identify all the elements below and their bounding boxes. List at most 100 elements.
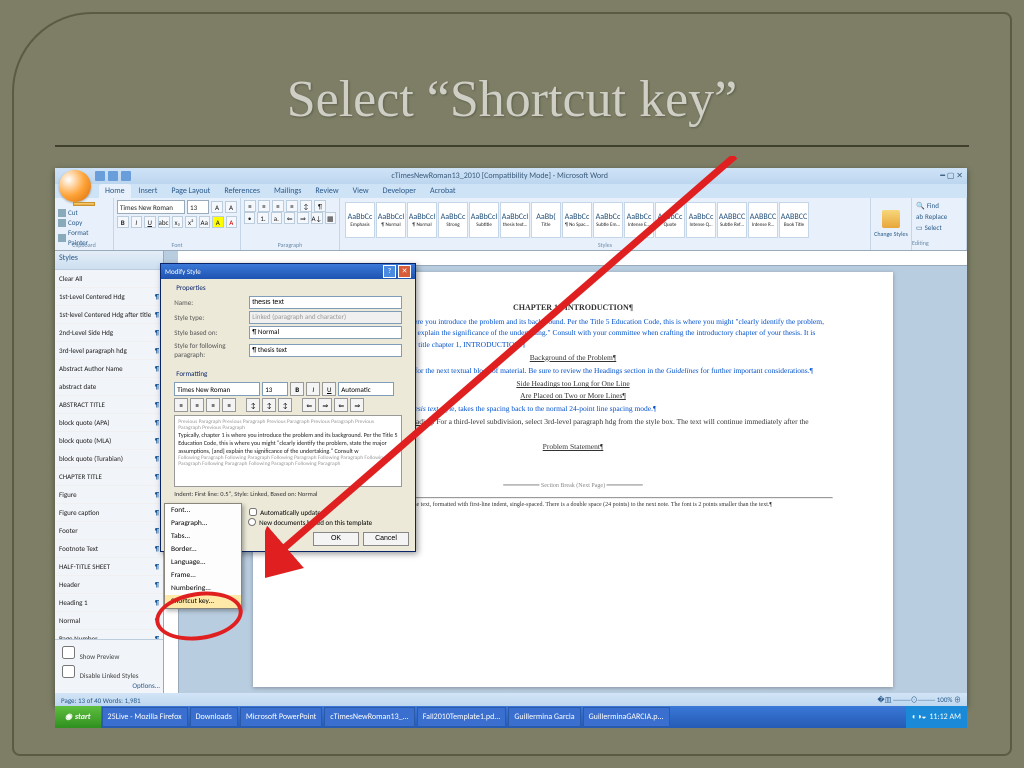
select-button[interactable]: ▭ Select — [916, 222, 962, 233]
styles-pane-title: Styles — [55, 251, 163, 270]
style-item[interactable]: 3rd-level paragraph hdg¶ — [55, 342, 163, 360]
min-icon[interactable]: ━ — [940, 171, 945, 181]
following-para-select[interactable]: ¶ thesis text — [249, 344, 402, 357]
copy-button[interactable]: Copy — [58, 218, 110, 228]
system-tray[interactable]: ◐◑◒ 11:12 AM — [906, 706, 967, 728]
status-bar: Page: 13 of 40 Words: 1,981 �皿 ─────⊙───… — [55, 693, 967, 707]
style-thumb[interactable]: AABBCCSubtle Ref… — [717, 202, 747, 238]
menu-language[interactable]: Language... — [165, 556, 241, 569]
style-thumb[interactable]: AaBbCcl¶ Normal — [376, 202, 406, 238]
disable-linked-check[interactable]: Disable Linked Styles — [58, 662, 160, 681]
style-thumb[interactable]: AABBCCIntense R… — [748, 202, 778, 238]
close-icon[interactable]: ✕ — [956, 171, 963, 181]
tab-review[interactable]: Review — [309, 184, 344, 198]
style-item[interactable]: block quote (MLA)¶ — [55, 432, 163, 450]
taskbar-item[interactable]: GuillerminaGARCIA.p... — [583, 707, 670, 727]
ribbon-tabs[interactable]: HomeInsertPage LayoutReferencesMailingsR… — [55, 184, 967, 198]
style-item[interactable]: ABSTRACT TITLE¶ — [55, 396, 163, 414]
divider — [55, 145, 969, 147]
taskbar-item[interactable]: 25Live - Mozilla Firefox — [102, 707, 188, 727]
tab-insert[interactable]: Insert — [133, 184, 164, 198]
style-item[interactable]: block quote (APA)¶ — [55, 414, 163, 432]
font-size-select[interactable]: 13 — [187, 200, 209, 214]
taskbar-item[interactable]: Fall2010Template1.pd... — [417, 707, 507, 727]
style-item[interactable]: Page Number¶ — [55, 630, 163, 639]
clear-all[interactable]: Clear All — [55, 270, 163, 288]
styles-options-link[interactable]: Options... — [58, 681, 160, 690]
style-thumb[interactable]: AaBbCcSubtle Em… — [593, 202, 623, 238]
taskbar-item[interactable]: cTimesNewRoman13_... — [324, 707, 414, 727]
tab-page-layout[interactable]: Page Layout — [165, 184, 216, 198]
format-dropdown-menu[interactable]: Font...Paragraph...Tabs...Border...Langu… — [164, 503, 242, 609]
start-button[interactable]: ◉ start — [55, 706, 101, 728]
style-item[interactable]: HALF-TITLE SHEET¶ — [55, 558, 163, 576]
style-item[interactable]: Figure¶ — [55, 486, 163, 504]
show-preview-check[interactable]: Show Preview — [58, 643, 160, 662]
style-name-input[interactable] — [249, 296, 402, 309]
style-thumb[interactable]: AaBbCcl¶ Normal — [407, 202, 437, 238]
style-item[interactable]: CHAPTER TITLE¶ — [55, 468, 163, 486]
close-icon[interactable]: ✕ — [398, 265, 411, 278]
style-item[interactable]: 2nd-Level Side Hdg¶ — [55, 324, 163, 342]
style-item[interactable]: Normal¶ — [55, 612, 163, 630]
style-thumb[interactable]: AaBbCclSubtitle — [469, 202, 499, 238]
style-thumb[interactable]: AaBbCc¶ No Spac… — [562, 202, 592, 238]
menu-tabs[interactable]: Tabs... — [165, 530, 241, 543]
styles-gallery[interactable]: AaBbCcEmphasisAaBbCcl¶ NormalAaBbCcl¶ No… — [343, 200, 867, 240]
help-icon[interactable]: ? — [383, 265, 396, 278]
style-thumb[interactable]: AaBbCcEmphasis — [345, 202, 375, 238]
tab-mailings[interactable]: Mailings — [268, 184, 307, 198]
cut-button[interactable]: Cut — [58, 208, 110, 218]
style-thumb[interactable]: AaBbCcStrong — [438, 202, 468, 238]
find-button[interactable]: 🔍 Find — [916, 200, 962, 211]
style-item[interactable]: 1st-level Centered Hdg after title¶ — [55, 306, 163, 324]
tab-references[interactable]: References — [218, 184, 266, 198]
taskbar-item[interactable]: Microsoft PowerPoint — [240, 707, 322, 727]
windows-taskbar[interactable]: ◉ start 25Live - Mozilla FirefoxDownload… — [55, 706, 967, 728]
menu-numbering[interactable]: Numbering... — [165, 582, 241, 595]
style-thumb[interactable]: AaBbCclthesis text… — [500, 202, 530, 238]
menu-font[interactable]: Font... — [165, 504, 241, 517]
replace-button[interactable]: ab Replace — [916, 211, 962, 222]
max-icon[interactable]: ▢ — [947, 171, 955, 181]
cancel-button[interactable]: Cancel — [363, 532, 409, 546]
style-thumb[interactable]: AABBCCBook Title — [779, 202, 809, 238]
style-item[interactable]: abstract date¶ — [55, 378, 163, 396]
taskbar-item[interactable]: Downloads — [190, 707, 238, 727]
quick-access-toolbar[interactable] — [95, 171, 131, 181]
menu-border[interactable]: Border... — [165, 543, 241, 556]
slide-title: Select “Shortcut key” — [0, 70, 1024, 129]
menu-frame[interactable]: Frame... — [165, 569, 241, 582]
menu-paragraph[interactable]: Paragraph... — [165, 517, 241, 530]
style-preview: Previous Paragraph Previous Paragraph Pr… — [174, 415, 402, 487]
font-name-select[interactable]: Times New Roman — [117, 200, 185, 214]
ok-button[interactable]: OK — [313, 532, 359, 546]
style-item[interactable]: Figure caption¶ — [55, 504, 163, 522]
style-item[interactable]: Footer¶ — [55, 522, 163, 540]
style-thumb[interactable]: AaBbCcQuote — [655, 202, 685, 238]
style-item[interactable]: block quote (Turabian)¶ — [55, 450, 163, 468]
dlg-size-select[interactable]: 13 — [262, 382, 288, 396]
taskbar-item[interactable]: Guillermina Garcia — [508, 707, 580, 727]
dlg-color-select[interactable]: Automatic — [338, 382, 394, 396]
style-item[interactable]: 1st-Level Centered Hdg¶ — [55, 288, 163, 306]
style-type-select: Linked (paragraph and character) — [249, 311, 402, 324]
tab-acrobat[interactable]: Acrobat — [424, 184, 462, 198]
based-on-select[interactable]: ¶ Normal — [249, 326, 402, 339]
change-styles-button[interactable]: Change Styles — [871, 198, 912, 250]
style-item[interactable]: Footnote Text¶ — [55, 540, 163, 558]
style-thumb[interactable]: AaBbCcIntense E… — [624, 202, 654, 238]
tab-view[interactable]: View — [347, 184, 375, 198]
tab-developer[interactable]: Developer — [377, 184, 422, 198]
style-thumb[interactable]: AaBbCcIntense Q… — [686, 202, 716, 238]
style-item[interactable]: Header¶ — [55, 576, 163, 594]
style-thumb[interactable]: AaBb(Title — [531, 202, 561, 238]
dlg-font-select[interactable]: Times New Roman — [174, 382, 260, 396]
new-template-radio[interactable] — [248, 518, 256, 526]
style-item[interactable]: Abstract Author Name¶ — [55, 360, 163, 378]
dialog-titlebar[interactable]: Modify Style ?✕ — [161, 264, 415, 279]
tab-home[interactable]: Home — [99, 184, 131, 198]
style-item[interactable]: Heading 1¶ — [55, 594, 163, 612]
menu-shortcutkey[interactable]: Shortcut key... — [165, 595, 241, 608]
auto-update-check[interactable] — [249, 508, 257, 516]
